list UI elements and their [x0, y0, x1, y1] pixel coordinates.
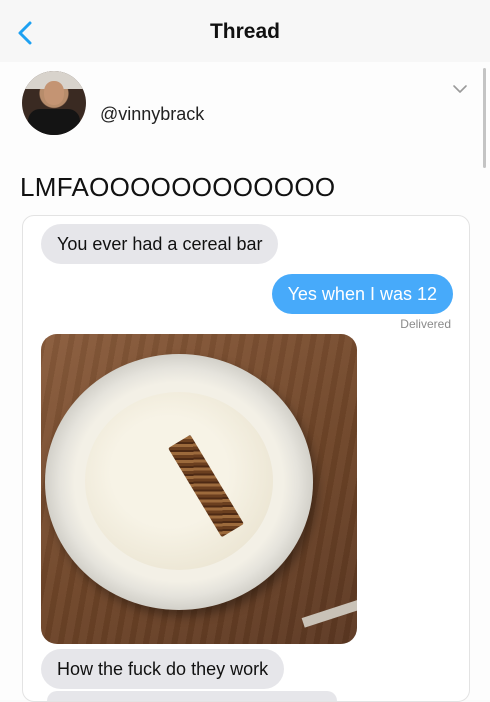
avatar[interactable] — [22, 71, 86, 135]
table-edge — [301, 590, 357, 628]
incoming-message-partial — [47, 691, 337, 701]
outgoing-message: Yes when I was 12 — [271, 274, 453, 314]
delivered-status: Delivered — [400, 317, 451, 331]
scrollbar[interactable] — [483, 68, 486, 168]
page-title: Thread — [209, 20, 280, 43]
cereal-bar-photo — [41, 334, 357, 644]
chevron-down-icon[interactable] — [452, 82, 468, 94]
tweet[interactable]: @vinnybrack LMFAOOOOOOOOOOOO You ever ha… — [0, 62, 490, 702]
tweet-text: LMFAOOOOOOOOOOOO — [20, 172, 336, 202]
milk — [85, 392, 273, 570]
tweet-media-screenshot[interactable]: You ever had a cereal bar Yes when I was… — [22, 215, 470, 702]
incoming-message: You ever had a cereal bar — [41, 224, 279, 264]
user-handle[interactable]: @vinnybrack — [100, 104, 204, 125]
avatar-shirt — [28, 109, 80, 135]
avatar-face — [44, 81, 64, 105]
bowl — [45, 354, 313, 610]
nav-bar: Thread — [0, 0, 490, 63]
incoming-message: How the fuck do they work — [41, 649, 285, 689]
